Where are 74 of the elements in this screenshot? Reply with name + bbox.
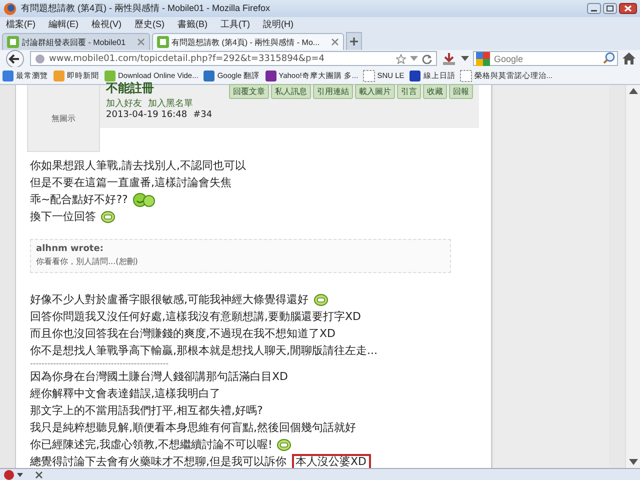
smiley-pair-icon	[132, 192, 155, 206]
scrollbar[interactable]	[625, 85, 640, 468]
post-text: 但是不要在這篇一直盧番,這樣討論會失焦	[30, 175, 232, 190]
scroll-down-icon[interactable]	[628, 459, 638, 465]
post-text: 你已經陳述完,我虛心領教,不想繼續討論不可以喔!	[30, 437, 272, 452]
dropdown-icon[interactable]	[461, 56, 469, 62]
post-text: 而且你也沒回答我在台灣賺錢的爽度,不過現在我不想知道了XD	[30, 326, 336, 341]
home-icon[interactable]	[622, 52, 636, 65]
bookmark-icon	[2, 70, 14, 82]
address-bar[interactable]: www.mobile01.com/topicdetail.php?f=292&t=3315894&p=4	[30, 51, 437, 66]
reload-icon[interactable]	[422, 54, 432, 64]
site-icon	[7, 36, 19, 48]
close-icon[interactable]	[330, 38, 339, 46]
post-text: 換下一位回答	[30, 209, 96, 224]
post-text: 我只是純粹想聽見解,順便看本身思維有何盲點,然後回個幾句話就好	[30, 420, 356, 435]
bookmark-icon	[203, 70, 216, 82]
post-text: 好像不少人對於盧番字眼很敏感,可能我神經大條覺得還好	[30, 292, 308, 307]
bookmark-icon	[264, 70, 277, 82]
post-text: 回答你問題我又沒任何好處,這樣我沒有意願想講,要動腦還要打字XD	[30, 309, 361, 324]
post-action-button[interactable]: 引用連結	[313, 84, 353, 99]
separator-text: ------------------------------------------------	[30, 359, 170, 368]
menu-item[interactable]: 說明(H)	[263, 18, 294, 30]
restore-button[interactable]	[603, 3, 617, 14]
post-number: #34	[193, 110, 212, 120]
post-action-button[interactable]: 引言	[397, 84, 421, 99]
menu-item[interactable]: 工具(T)	[220, 18, 250, 30]
star-icon[interactable]	[396, 54, 406, 64]
bookmark-icon	[104, 70, 116, 82]
menu-item[interactable]: 編輯(E)	[48, 18, 78, 30]
search-icon[interactable]	[603, 52, 615, 64]
tab-label: 討論群組發表回覆 - Mobile01	[22, 36, 126, 48]
quote-text: 你看看你，別人請問...(恕刪)	[36, 256, 139, 267]
post-action-button[interactable]: 回覆文章	[229, 84, 269, 99]
bookmark-icon	[53, 70, 65, 82]
post-action-button[interactable]: 回報	[449, 84, 473, 99]
menu-item[interactable]: 書籤(B)	[178, 18, 208, 30]
menu-item[interactable]: 歷史(S)	[134, 18, 164, 30]
grin-face-icon	[277, 438, 292, 451]
user-link[interactable]: 加入好友	[106, 97, 142, 110]
browser-tab[interactable]: 有問題想請教 (第4頁) - 兩性與感情 - Mo...	[152, 33, 344, 50]
post-text: 那文字上的不當用語我們打平,相互都失禮,好嗎?	[30, 403, 263, 418]
back-button[interactable]	[4, 50, 26, 68]
site-icon	[156, 36, 169, 48]
grin-face-icon	[314, 293, 328, 306]
bookmark-icon	[409, 70, 422, 82]
menu-item[interactable]: 檢視(V)	[92, 18, 122, 30]
grin-face-icon	[101, 210, 115, 223]
close-icon[interactable]	[35, 470, 43, 478]
post-date: 2013-04-19 16:48	[106, 110, 188, 120]
post-text: 你如果想跟人筆戰,請去找別人,不認同也可以	[30, 158, 246, 173]
post-text: 乖~配合點好不好??	[30, 192, 128, 207]
tab-label: 有問題想請教 (第4頁) - 兩性與感情 - Mo...	[172, 36, 320, 48]
scroll-up-icon[interactable]	[628, 88, 638, 94]
blank-page-icon	[363, 70, 376, 82]
blank-page-icon	[460, 70, 472, 82]
post-text: 總覺得討論下去會有火藥味才不想聊,但是我可以訴你	[30, 454, 286, 469]
menu-item[interactable]: 檔案(F)	[6, 18, 36, 30]
avatar-text: 無圖示	[52, 112, 76, 124]
window-title: 有問題想請教 (第4頁) - 兩性與感情 - Mobile01 - Mozilla Firefox	[21, 2, 272, 15]
post-action-button[interactable]: 私人訊息	[271, 84, 311, 99]
minimize-button[interactable]	[587, 3, 601, 14]
quote-author: alhnm wrote:	[36, 244, 104, 254]
username[interactable]: 不能註冊	[106, 80, 212, 97]
user-link[interactable]: 加入黑名單	[148, 97, 193, 110]
close-button[interactable]	[619, 3, 637, 14]
post-action-button[interactable]: 載入圖片	[355, 84, 395, 99]
browser-tab[interactable]: 討論群組發表回覆 - Mobile01	[2, 33, 150, 50]
new-tab-button[interactable]	[346, 32, 362, 50]
post-text: 經你解釋中文會表達錯誤,這樣我明白了	[30, 386, 220, 401]
post-action-button[interactable]: 收藏	[423, 84, 447, 99]
download-icon[interactable]	[441, 52, 457, 66]
post-text: 因為你身在台灣國土賺台灣人錢卻講那句話滿白目XD	[30, 369, 288, 384]
dropdown-icon[interactable]	[410, 56, 418, 62]
post-text: 你不是想找人筆戰爭高下輸贏,那根本就是想找人聊天,閒聊版請往左走...	[30, 343, 378, 358]
